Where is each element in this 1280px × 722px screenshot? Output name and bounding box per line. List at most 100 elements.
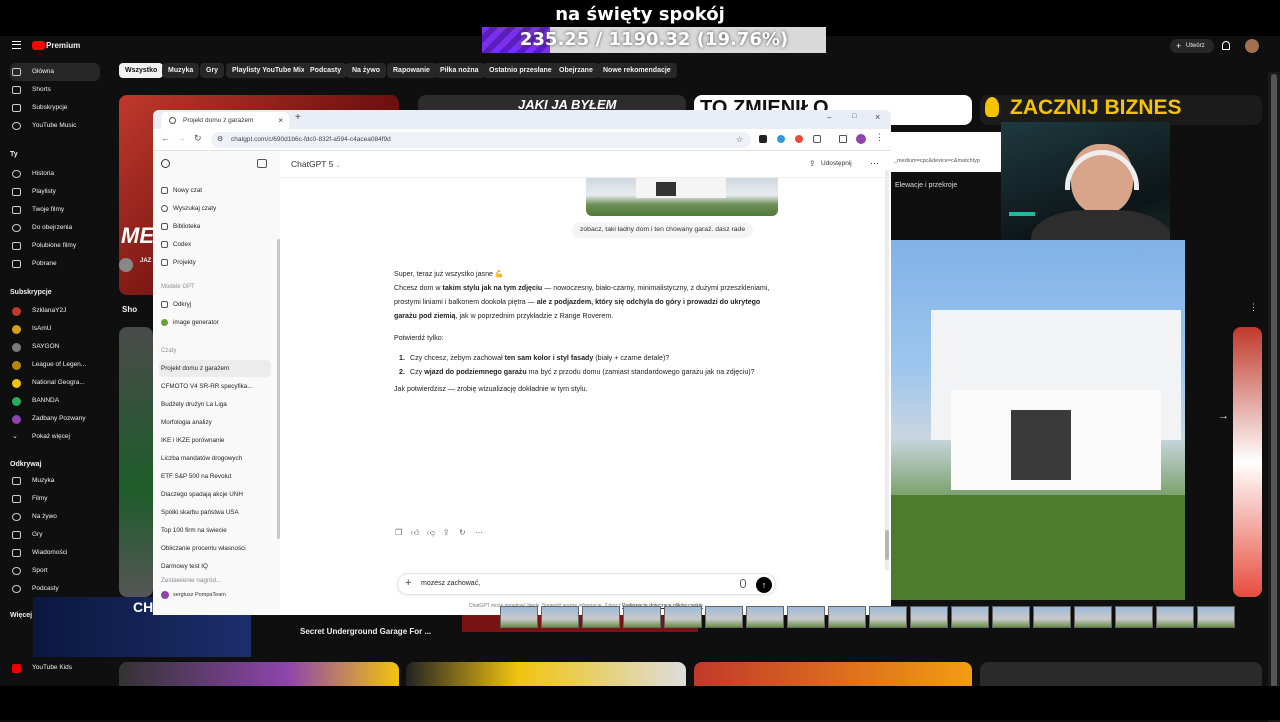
- youtube-kids-item[interactable]: YouTube Kids: [10, 659, 100, 677]
- thumbs-up-icon[interactable]: 👍︎: [411, 528, 419, 538]
- chat-item[interactable]: Obliczanie procentu własności: [159, 540, 271, 557]
- chat-item[interactable]: IKE i IKZE porównanie: [159, 432, 271, 449]
- maximize-icon[interactable]: □: [852, 113, 856, 120]
- more-options-icon[interactable]: ⋮: [1249, 302, 1258, 313]
- strip-thumbnail[interactable]: [828, 606, 866, 628]
- subscriptions-heading[interactable]: Subskrypcje: [10, 289, 52, 296]
- bookmark-star-icon[interactable]: ☆: [736, 132, 743, 148]
- strip-thumbnail[interactable]: [787, 606, 825, 628]
- library-button[interactable]: Biblioteka: [159, 218, 271, 235]
- share-reply-icon[interactable]: ⇪: [443, 528, 450, 537]
- close-window-icon[interactable]: ×: [875, 112, 880, 122]
- subscription-item[interactable]: League of Legen...: [10, 356, 100, 374]
- user-uploaded-house-image[interactable]: [586, 178, 778, 216]
- chat-item[interactable]: Top 100 firm na świecie: [159, 522, 271, 539]
- explore-item-news[interactable]: Wiadomości: [10, 544, 100, 562]
- extension-icon[interactable]: [795, 135, 803, 143]
- user-profile-button[interactable]: sergiusz PompaTeam: [161, 588, 273, 602]
- chip-podcasts[interactable]: Podcasty: [304, 63, 348, 78]
- strip-thumbnail[interactable]: [746, 606, 784, 628]
- chip-games[interactable]: Gry: [200, 63, 225, 78]
- sidebar-toggle-icon[interactable]: [257, 159, 267, 168]
- extensions-puzzle-icon[interactable]: [813, 135, 821, 143]
- account-avatar[interactable]: [1245, 39, 1259, 53]
- sidebar-item-history[interactable]: Historia: [10, 165, 100, 183]
- subscription-item[interactable]: SAYGON: [10, 338, 100, 356]
- model-selector[interactable]: ChatGPT 5 ⌄: [291, 159, 341, 169]
- chat-scrollbar[interactable]: [885, 170, 889, 570]
- youtube-logo-icon[interactable]: [32, 41, 45, 50]
- strip-thumbnail[interactable]: [664, 606, 702, 628]
- chat-item[interactable]: Spółki skarbu państwa USA: [159, 504, 271, 521]
- chat-item[interactable]: Projekt domu z garażem: [159, 360, 271, 377]
- chat-item[interactable]: Darmowy test IQ: [159, 558, 271, 575]
- strip-thumbnail[interactable]: [705, 606, 743, 628]
- sidebar-item-playlists[interactable]: Playlisty: [10, 183, 100, 201]
- strip-thumbnail[interactable]: [992, 606, 1030, 628]
- sidebar-item-watch-later[interactable]: Do obejrzenia: [10, 219, 100, 237]
- sidebar-item-subscriptions[interactable]: Subskrypcje: [10, 99, 100, 117]
- chat-item[interactable]: ETF S&P 500 na Revolut: [159, 468, 271, 485]
- show-more-button[interactable]: ⌄ Pokaż więcej: [10, 428, 100, 446]
- openai-logo-icon[interactable]: [161, 159, 170, 168]
- chat-item[interactable]: Liczba mandatów drogowych: [159, 450, 271, 467]
- strip-thumbnail[interactable]: [541, 606, 579, 628]
- chip-new-recommendations[interactable]: Nowe rekomendacje: [597, 63, 677, 78]
- sidebar-item-shorts[interactable]: Shorts: [10, 81, 100, 99]
- chat-item[interactable]: Dlaczego spadają akcje UNH: [159, 486, 271, 503]
- channel-avatar[interactable]: [119, 258, 133, 272]
- close-tab-icon[interactable]: ×: [278, 112, 283, 129]
- subscription-item[interactable]: Zadbany Pozwany: [10, 410, 100, 428]
- gpt-image-generator[interactable]: image generator: [159, 314, 271, 331]
- site-info-icon[interactable]: ⚙: [217, 132, 223, 148]
- chip-music[interactable]: Muzyka: [162, 63, 200, 78]
- chip-rap[interactable]: Rapowanie: [387, 63, 436, 78]
- explore-item-sport[interactable]: Sport: [10, 562, 100, 580]
- sidebar-item-your-videos[interactable]: Twoje filmy: [10, 201, 100, 219]
- more-actions-icon[interactable]: ⋯: [475, 528, 483, 537]
- chip-live[interactable]: Na żywo: [346, 63, 387, 78]
- new-tab-icon[interactable]: +: [295, 112, 301, 123]
- explore-item-music[interactable]: Muzyka: [10, 472, 100, 490]
- subscription-item[interactable]: BANNDA: [10, 392, 100, 410]
- explore-item-live[interactable]: Na żywo: [10, 508, 100, 526]
- explore-item-podcasts[interactable]: Podcasty: [10, 580, 100, 598]
- you-section-heading[interactable]: Ty: [10, 151, 18, 158]
- url-input[interactable]: ⚙ chatgpt.com/c/690d1b6c-fdc0-832f-a594-…: [211, 132, 751, 148]
- create-button[interactable]: + Utwórz: [1170, 39, 1214, 53]
- strip-thumbnail[interactable]: [869, 606, 907, 628]
- share-button[interactable]: ⇪ Udostępnij: [809, 159, 852, 168]
- strip-thumbnail[interactable]: [1197, 606, 1235, 628]
- notifications-bell-icon[interactable]: [1222, 41, 1230, 50]
- message-input[interactable]: mozesz zachować,: [421, 574, 721, 594]
- projects-button[interactable]: Projekty: [159, 254, 271, 271]
- browser-menu-icon[interactable]: ⋮: [875, 132, 884, 143]
- explore-gpts-button[interactable]: Odkryj: [159, 296, 271, 313]
- strip-thumbnail[interactable]: [951, 606, 989, 628]
- shorts-thumbnail[interactable]: [119, 327, 153, 597]
- send-button[interactable]: ↑: [756, 577, 772, 593]
- reload-icon[interactable]: ↻: [194, 133, 202, 144]
- browser-tab[interactable]: Projekt domu z garażem ×: [161, 112, 289, 129]
- chat-item[interactable]: Morfologia analizy: [159, 414, 271, 431]
- strip-thumbnail[interactable]: [910, 606, 948, 628]
- strip-thumbnail[interactable]: [582, 606, 620, 628]
- extension-icon[interactable]: [777, 135, 785, 143]
- strip-thumbnail[interactable]: [500, 606, 538, 628]
- new-chat-button[interactable]: Nowy czat: [159, 182, 271, 199]
- strip-thumbnail[interactable]: [1074, 606, 1112, 628]
- subscription-item[interactable]: IsAmU: [10, 320, 100, 338]
- back-icon[interactable]: ←: [161, 133, 170, 143]
- more-options-icon[interactable]: ⋯: [870, 158, 879, 169]
- copy-icon[interactable]: ❐: [395, 528, 402, 537]
- chip-all[interactable]: Wszystko: [119, 63, 164, 78]
- chip-playlists-mix[interactable]: Playlisty YouTube Mix: [226, 63, 311, 78]
- codex-button[interactable]: Codex: [159, 236, 271, 253]
- minimize-icon[interactable]: –: [827, 113, 831, 122]
- chat-item[interactable]: Budżety drużyn La Liga: [159, 396, 271, 413]
- strip-thumbnail[interactable]: [623, 606, 661, 628]
- search-chats-button[interactable]: Wyszukaj czaty: [159, 200, 271, 217]
- subscription-item[interactable]: SzklanaY2J: [10, 302, 100, 320]
- regenerate-icon[interactable]: ↻: [459, 528, 466, 537]
- profile-avatar[interactable]: [856, 134, 866, 144]
